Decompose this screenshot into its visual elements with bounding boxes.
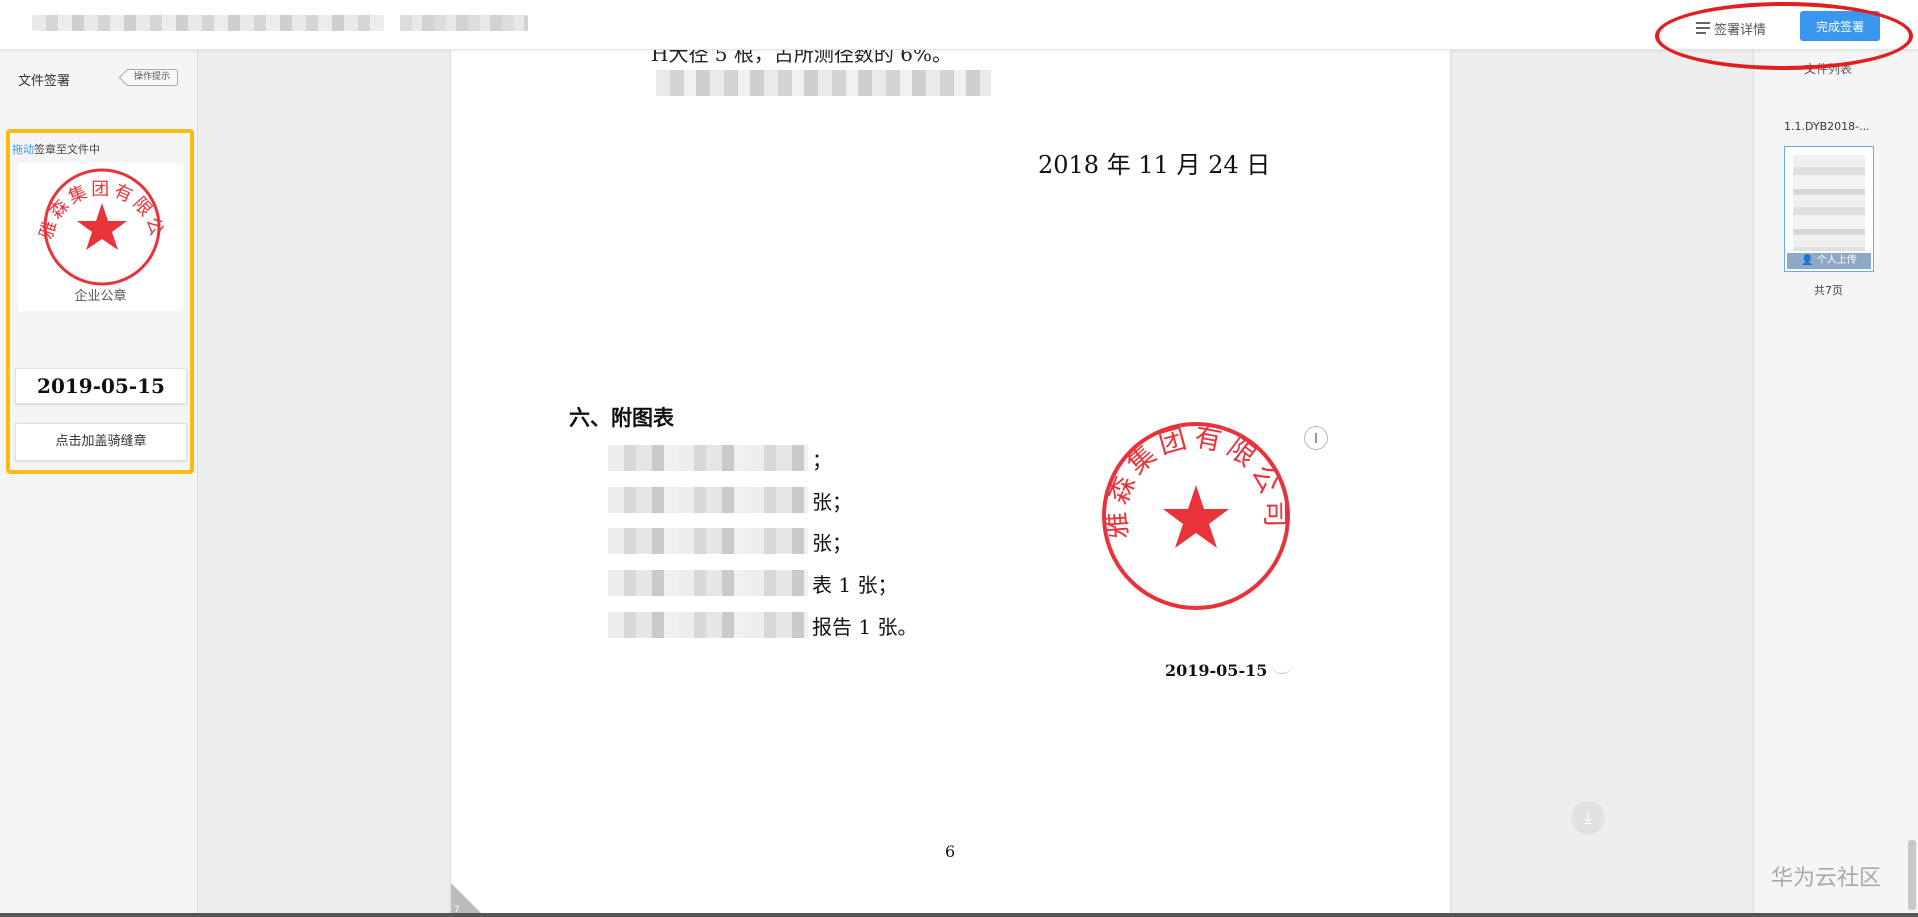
redacted-text (608, 612, 808, 638)
thumbnail-label: 👤 个人上传 (1787, 253, 1871, 269)
list-item-suffix: 报告 1 张。 (812, 614, 918, 639)
seal-selection-box: 拖动签章至文件中 雅森集团有限公司 企业公章 2019-05-15 点击加盖骑缝… (6, 129, 194, 474)
company-seal-card[interactable]: 雅森集团有限公司 企业公章 (18, 163, 183, 311)
placed-company-seal[interactable]: 雅森集团有限公司 (1101, 421, 1291, 611)
document-page[interactable]: H大径 5 根，占所测径数的 6%。 2018 年 11 月 24 日 六、附图… (451, 42, 1450, 917)
resize-handle-icon[interactable] (1271, 662, 1293, 674)
seam-seal-button[interactable]: 点击加盖骑缝章 (15, 423, 187, 461)
redacted-text (608, 445, 808, 471)
company-seal-image: 雅森集团有限公司 (30, 165, 165, 286)
redacted-text (608, 570, 808, 596)
list-item: 表 1 张； (608, 568, 897, 598)
drag-hint: 拖动签章至文件中 (12, 141, 100, 157)
list-item: 报告 1 张。 (608, 610, 917, 640)
redacted-text (656, 70, 991, 96)
document-title-redacted (32, 15, 384, 31)
list-icon (1696, 22, 1710, 34)
operation-hint-button[interactable]: 操作提示 (126, 69, 178, 86)
right-panel: 文件列表 1.1.DYB2018-... 👤 个人上传 共7页 (1753, 50, 1918, 917)
thumbnail-preview (1793, 155, 1865, 251)
document-date: 2018 年 11 月 24 日 (1038, 151, 1271, 179)
file-name[interactable]: 1.1.DYB2018-... (1784, 120, 1870, 133)
left-panel: 文件签署 操作提示 拖动签章至文件中 雅森集团有限公司 企业公章 2019-05… (0, 50, 198, 917)
placed-date-stamp[interactable]: 2019-05-15 (1165, 661, 1267, 680)
page-count: 共7页 (1814, 284, 1843, 297)
file-thumbnail[interactable]: 👤 个人上传 (1784, 146, 1874, 272)
drag-hint-text: 签章至文件中 (34, 143, 100, 156)
list-item-suffix: ； (812, 447, 832, 472)
thumbnail-label-text: 个人上传 (1816, 255, 1857, 266)
redacted-text (608, 528, 808, 554)
drag-hint-link: 拖动 (12, 143, 34, 156)
sign-detail-label: 签署详情 (1714, 22, 1767, 38)
list-item: 张； (608, 485, 852, 515)
bottom-strip (0, 913, 1918, 917)
section-title: 六、附图表 (569, 405, 674, 430)
seal-caption: 企业公章 (74, 289, 127, 304)
file-list-title: 文件列表 (1804, 62, 1853, 76)
list-item: ； (608, 443, 832, 473)
scrollbar[interactable] (1908, 840, 1916, 910)
list-item-suffix: 张； (812, 530, 852, 555)
date-stamp-card[interactable]: 2019-05-15 (15, 368, 187, 404)
finish-signing-button[interactable]: 完成签署 (1800, 11, 1880, 41)
sign-detail-button[interactable]: 签署详情 (1696, 18, 1766, 38)
user-icon: 👤 (1801, 255, 1814, 266)
list-item-suffix: 表 1 张； (812, 572, 898, 597)
top-bar: 签署详情 完成签署 (0, 0, 1918, 50)
page-number: 6 (945, 842, 956, 861)
panel-title: 文件签署 (18, 74, 71, 89)
list-item-suffix: 张； (812, 489, 852, 514)
download-icon[interactable]: ⤓ (1571, 801, 1605, 835)
list-item: 张； (608, 526, 852, 556)
watermark: 华为云社区 (1771, 866, 1882, 891)
rotate-handle-icon[interactable] (1304, 426, 1328, 450)
redacted-text (608, 487, 808, 513)
document-subtitle-redacted (400, 15, 528, 31)
